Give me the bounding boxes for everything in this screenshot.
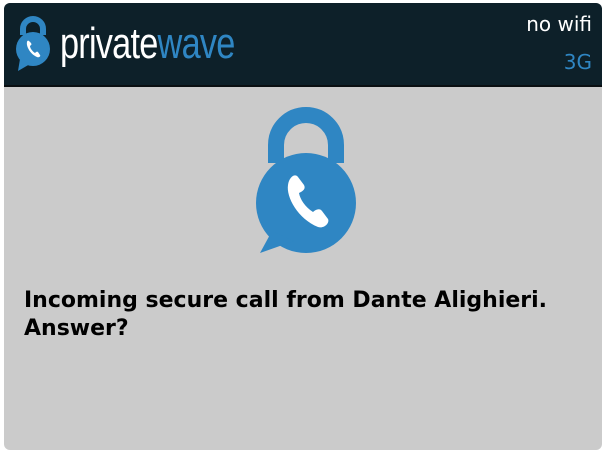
app-header: privatewave no wifi 3G	[4, 3, 602, 87]
privatewave-logo-icon	[16, 16, 50, 71]
incoming-call-message: Incoming secure call from Dante Alighier…	[24, 288, 548, 341]
secure-call-lock-icon	[256, 107, 356, 253]
app-logo: privatewave	[12, 13, 284, 75]
brand-name: privatewave	[60, 13, 235, 75]
brand-name-wave: wave	[157, 19, 236, 68]
network-type: 3G	[563, 50, 592, 74]
brand-name-private: private	[60, 19, 158, 68]
connection-status: no wifi 3G	[526, 11, 592, 75]
app-screen: privatewave no wifi 3G Incoming secure c…	[4, 3, 602, 450]
wifi-status: no wifi	[526, 12, 592, 36]
